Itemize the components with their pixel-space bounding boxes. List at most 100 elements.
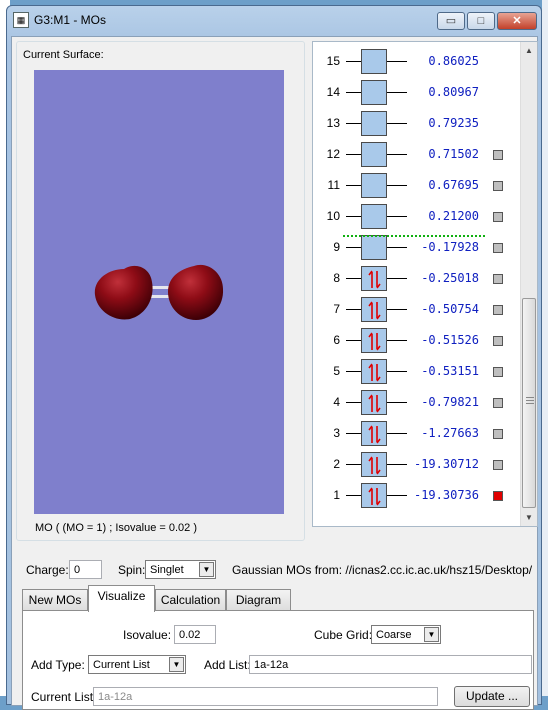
mo-level-row[interactable]: 8 -0.25018	[313, 263, 513, 294]
orbital-box[interactable]	[361, 483, 387, 508]
orbital-box[interactable]	[361, 452, 387, 477]
mo-list-scrollbar[interactable]: ▲ ▼	[520, 42, 537, 526]
mo-select-checkbox[interactable]	[493, 336, 503, 346]
mo-number: 6	[333, 333, 340, 347]
update-button[interactable]: Update ...	[454, 686, 530, 707]
mo-level-row[interactable]: 7 -0.50754	[313, 294, 513, 325]
electron-pair-icon	[368, 301, 381, 320]
isovalue-input[interactable]: 0.02	[174, 625, 216, 644]
orbital-box[interactable]	[361, 80, 387, 105]
mo-number: 8	[333, 271, 340, 285]
tab-visualize[interactable]: Visualize	[88, 585, 155, 612]
window-client: Current Surface: MO ( (MO = 1) ; Isovalu…	[11, 36, 539, 710]
mo-select-checkbox[interactable]	[493, 274, 503, 284]
scroll-down-icon[interactable]: ▼	[521, 509, 537, 526]
orbital-box[interactable]	[361, 328, 387, 353]
mo-select-checkbox[interactable]	[493, 491, 503, 501]
mo-level-row[interactable]: 5 -0.53151	[313, 356, 513, 387]
spin-select[interactable]: Singlet ▼	[145, 560, 216, 579]
mo-number: 3	[333, 426, 340, 440]
mo-level-row[interactable]: 10 0.21200	[313, 201, 513, 232]
grip-line	[526, 403, 534, 404]
mo-energy: -0.79821	[421, 395, 479, 409]
orbital-box[interactable]	[361, 297, 387, 322]
mo-select-checkbox[interactable]	[493, 243, 503, 253]
orbital-box[interactable]	[361, 204, 387, 229]
window-title: G3:M1 - MOs	[34, 13, 107, 27]
mo-level-row[interactable]: 4 -0.79821	[313, 387, 513, 418]
minimize-button[interactable]: ▭	[437, 12, 465, 30]
cube-grid-select[interactable]: Coarse ▼	[371, 625, 441, 644]
current-surface-label: Current Surface:	[23, 49, 104, 61]
grip-line	[526, 397, 534, 398]
mo-level-list[interactable]: 15 0.86025 14 0.80967 13 0.79235 12 0.71502 11 0.…	[312, 41, 538, 527]
mo-number: 12	[326, 147, 340, 161]
app-icon[interactable]: ▦	[13, 12, 29, 28]
add-list-input[interactable]: 1a-12a	[249, 655, 532, 674]
isovalue-label: Isovalue:	[123, 628, 172, 642]
molecule-viewport[interactable]	[34, 70, 284, 514]
orbital-box[interactable]	[361, 111, 387, 136]
chevron-down-icon[interactable]: ▼	[424, 627, 439, 642]
mo-level-row[interactable]: 15 0.86025	[313, 46, 513, 77]
orbital-box[interactable]	[361, 49, 387, 74]
charge-spin-row: Charge: 0 Spin: Singlet ▼ Gaussian MOs f…	[12, 559, 539, 583]
tab-calculation[interactable]: Calculation	[155, 589, 226, 611]
tab-diagram[interactable]: Diagram	[226, 589, 291, 611]
mo-energy: -0.25018	[421, 271, 479, 285]
level-line	[346, 92, 361, 93]
mo-caption: MO ( (MO = 1) ; Isovalue = 0.02 )	[35, 522, 197, 534]
mo-level-row[interactable]: 14 0.80967	[313, 77, 513, 108]
mo-number: 2	[333, 457, 340, 471]
visualize-tab-page: Isovalue: 0.02 Cube Grid: Coarse ▼ Add T…	[22, 610, 534, 710]
grip-line	[526, 400, 534, 401]
orbital-box[interactable]	[361, 235, 387, 260]
orbital-box[interactable]	[361, 390, 387, 415]
mo-select-checkbox[interactable]	[493, 398, 503, 408]
maximize-button[interactable]: □	[467, 12, 495, 30]
mo-level-row[interactable]: 6 -0.51526	[313, 325, 513, 356]
title-bar[interactable]: ▦ G3:M1 - MOs ▭ □ ✕	[7, 6, 541, 36]
level-line	[346, 185, 361, 186]
background-desktop-right	[542, 0, 548, 696]
electron-pair-icon	[368, 332, 381, 351]
orbital-box[interactable]	[361, 421, 387, 446]
mo-energy: 0.71502	[428, 147, 479, 161]
chevron-down-icon[interactable]: ▼	[169, 657, 184, 672]
orbital-box[interactable]	[361, 142, 387, 167]
orbital-box[interactable]	[361, 266, 387, 291]
chevron-down-icon[interactable]: ▼	[199, 562, 214, 577]
mo-select-checkbox[interactable]	[493, 150, 503, 160]
mo-select-checkbox[interactable]	[493, 367, 503, 377]
mo-level-row[interactable]: 13 0.79235	[313, 108, 513, 139]
homo-lumo-divider	[343, 235, 485, 237]
mo-number: 11	[327, 178, 340, 192]
mo-level-row[interactable]: 1 -19.30736	[313, 480, 513, 511]
level-line	[346, 247, 361, 248]
level-line	[346, 309, 361, 310]
mo-select-checkbox[interactable]	[493, 460, 503, 470]
mo-level-row[interactable]: 11 0.67695	[313, 170, 513, 201]
mo-number: 14	[326, 85, 340, 99]
level-line	[346, 278, 361, 279]
orbital-box[interactable]	[361, 359, 387, 384]
mo-level-row[interactable]: 2 -19.30712	[313, 449, 513, 480]
mo-select-checkbox[interactable]	[493, 429, 503, 439]
mo-level-row[interactable]: 12 0.71502	[313, 139, 513, 170]
tab-new-mos[interactable]: New MOs	[22, 589, 88, 611]
mo-energy: -0.53151	[421, 364, 479, 378]
scrollbar-thumb[interactable]	[522, 298, 536, 508]
level-line	[346, 61, 361, 62]
mo-select-checkbox[interactable]	[493, 305, 503, 315]
orbital-box[interactable]	[361, 173, 387, 198]
mo-level-row[interactable]: 3 -1.27663	[313, 418, 513, 449]
close-button[interactable]: ✕	[497, 12, 537, 30]
mo-select-checkbox[interactable]	[493, 212, 503, 222]
oxygen-atom-right	[168, 264, 224, 320]
mo-energy: -1.27663	[421, 426, 479, 440]
add-type-select[interactable]: Current List ▼	[88, 655, 186, 674]
mo-number: 13	[326, 116, 340, 130]
charge-input[interactable]: 0	[69, 560, 102, 579]
mo-select-checkbox[interactable]	[493, 181, 503, 191]
scroll-up-icon[interactable]: ▲	[521, 42, 537, 59]
